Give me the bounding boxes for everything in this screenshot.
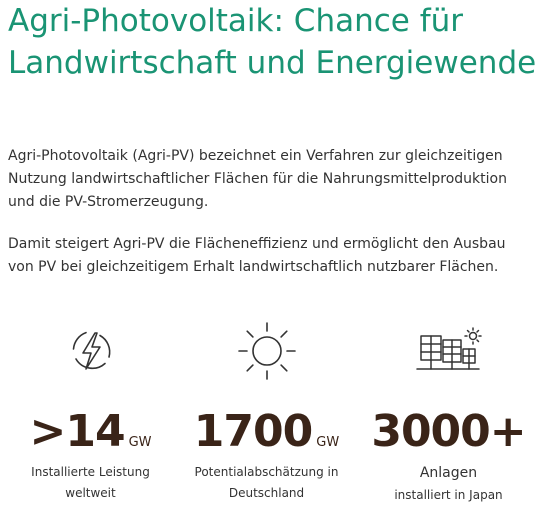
stat-value: >14 — [29, 406, 125, 457]
stat-value: 1700 — [193, 406, 313, 457]
stat-figure: 1700 GW — [176, 404, 357, 460]
stat-caption: Anlagen installiert in Japan — [358, 462, 539, 505]
stat-caption-line-2: weltweit — [65, 486, 116, 500]
stat-figure: 3000+ — [358, 404, 539, 460]
stat-caption: Potentialabschätzung in Deutschland — [176, 462, 357, 504]
stat-caption-line-2: Deutschland — [228, 486, 305, 500]
stat-potential-estimate: 1700 GW Potentialabschätzung in Deutschl… — [176, 318, 357, 504]
intro-paragraph-1: Agri-Photovoltaik (Agri-PV) bezeichnet e… — [8, 148, 507, 210]
stat-value: 3000+ — [371, 406, 526, 457]
stat-unit: GW — [128, 435, 152, 450]
stat-installations-japan: 3000+ Anlagen installiert in Japan — [358, 318, 539, 505]
solar-panels-sun-icon — [358, 318, 539, 384]
stat-caption-line-1: Potentialabschätzung in — [194, 465, 339, 479]
page-title: Agri-Photovoltaik: Chance für Landwirtsc… — [8, 3, 537, 81]
intro-paragraph-2: Damit steigert Agri-PV die Flächeneffizi… — [8, 236, 506, 275]
stat-unit: GW — [316, 435, 340, 450]
stat-figure: >14 GW — [0, 404, 181, 460]
stat-caption-line-2: installiert in Japan — [394, 488, 503, 502]
stat-caption: Installierte Leistung weltweit — [0, 462, 181, 504]
stat-caption-line-1: Anlagen — [419, 465, 478, 481]
stat-caption-line-1: Installierte Leistung — [31, 465, 150, 479]
lightning-circle-icon — [0, 318, 181, 384]
stat-installed-capacity: >14 GW Installierte Leistung weltweit — [0, 318, 181, 504]
sun-icon — [176, 318, 357, 384]
